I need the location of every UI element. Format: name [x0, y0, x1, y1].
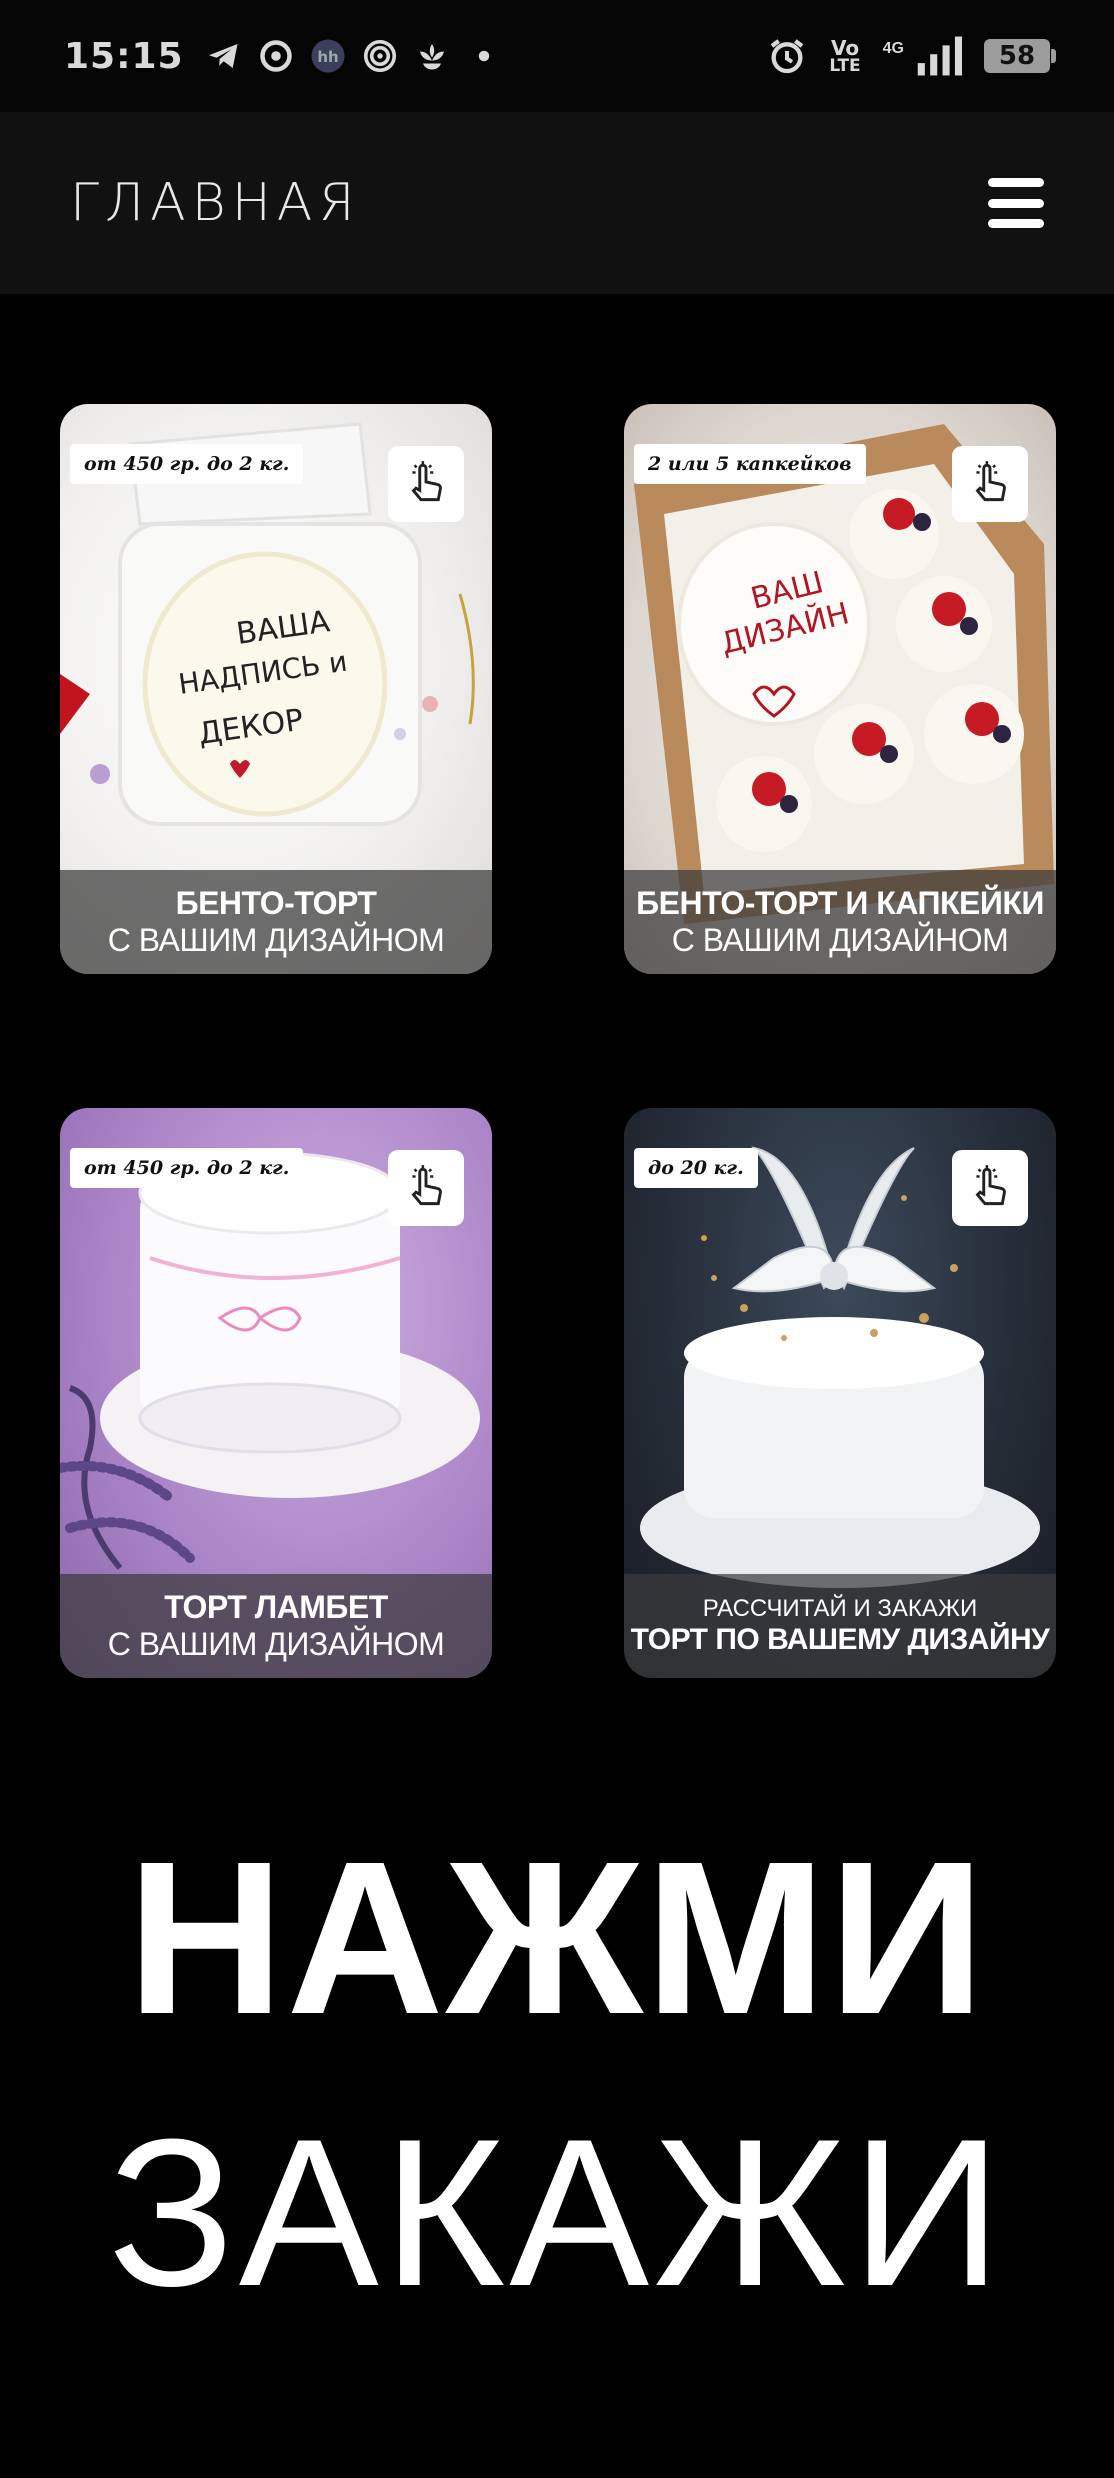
card-bento-cupcakes[interactable]: ВАШ ДИЗАЙН 2 или 5 капкейков БЕНТО-ТОРТ … — [624, 404, 1056, 974]
card-bento-cake[interactable]: ВАША НАДПИСЬ и ДЕКОР от 450 гр. до 2 кг.… — [60, 404, 492, 974]
battery-icon: 58 — [984, 39, 1056, 73]
card-subtitle: С ВАШИМ ДИЗАЙНОМ — [107, 922, 445, 958]
weight-badge: до 20 кг. — [634, 1148, 758, 1188]
status-time: 15:15 — [64, 35, 184, 77]
screen: 15:15 hh Vo LTE 4G 58 ГЛАВНАЯ ВАША НАДПИ… — [0, 0, 1114, 2478]
card-title: БЕНТО-ТОРТ — [175, 884, 377, 921]
card-lambeth-cake[interactable]: от 450 гр. до 2 кг. ТОРТ ЛАМБЕТ С ВАШИМ … — [60, 1108, 492, 1678]
chrome-icon — [258, 38, 294, 74]
card-caption: ТОРТ ЛАМБЕТ С ВАШИМ ДИЗАЙНОМ — [60, 1574, 492, 1678]
card-subtitle: РАССЧИТАЙ И ЗАКАЖИ — [702, 1594, 978, 1622]
tap-pointer-icon[interactable] — [952, 1150, 1028, 1226]
telegram-icon — [206, 38, 242, 74]
card-title: ТОРТ ПО ВАШЕМУ ДИЗАЙНУ — [630, 1622, 1050, 1656]
tap-pointer-icon[interactable] — [388, 1150, 464, 1226]
lotus-icon — [414, 38, 450, 74]
card-custom-cake[interactable]: до 20 кг. РАССЧИТАЙ И ЗАКАЖИ ТОРТ ПО ВАШ… — [624, 1108, 1056, 1678]
card-caption: БЕНТО-ТОРТ С ВАШИМ ДИЗАЙНОМ — [60, 870, 492, 974]
quantity-badge: 2 или 5 капкейков — [634, 444, 866, 484]
network-type: 4G — [882, 40, 904, 57]
weight-badge: от 450 гр. до 2 кг. — [70, 444, 304, 484]
signal-strength-icon — [916, 36, 962, 76]
status-system-icons: Vo LTE 4G 58 — [767, 36, 1056, 76]
app-header: ГЛАВНАЯ — [0, 112, 1114, 294]
card-subtitle: С ВАШИМ ДИЗАЙНОМ — [671, 922, 1009, 958]
status-bar: 15:15 hh Vo LTE 4G 58 — [0, 0, 1114, 112]
hh-icon: hh — [310, 38, 346, 74]
card-title: ТОРТ ЛАМБЕТ — [164, 1588, 388, 1625]
card-title: БЕНТО-ТОРТ И КАПКЕЙКИ — [636, 884, 1044, 921]
volte-indicator: Vo LTE — [829, 38, 860, 75]
volte-label: Vo — [830, 35, 860, 60]
lte-label: LTE — [829, 55, 861, 76]
notification-dot-icon — [466, 38, 502, 74]
tap-pointer-icon[interactable] — [388, 446, 464, 522]
card-caption: БЕНТО-ТОРТ И КАПКЕЙКИ С ВАШИМ ДИЗАЙНОМ — [624, 870, 1056, 974]
card-caption: РАССЧИТАЙ И ЗАКАЖИ ТОРТ ПО ВАШЕМУ ДИЗАЙН… — [624, 1574, 1056, 1678]
hamburger-menu-icon[interactable] — [988, 178, 1044, 228]
cta-order-text[interactable]: ЗАКАЖИ — [0, 2108, 1114, 2318]
tap-pointer-icon[interactable] — [952, 446, 1028, 522]
card-subtitle: С ВАШИМ ДИЗАЙНОМ — [107, 1626, 445, 1662]
battery-level: 58 — [998, 41, 1036, 71]
svg-text:hh: hh — [317, 48, 338, 66]
alarm-icon — [767, 36, 807, 76]
status-notification-icons: hh — [206, 38, 502, 74]
cta-press-text[interactable]: НАЖМИ — [0, 1830, 1114, 2048]
spiral-app-icon — [362, 38, 398, 74]
page-title: ГЛАВНАЯ — [70, 173, 361, 233]
weight-badge: от 450 гр. до 2 кг. — [70, 1148, 304, 1188]
